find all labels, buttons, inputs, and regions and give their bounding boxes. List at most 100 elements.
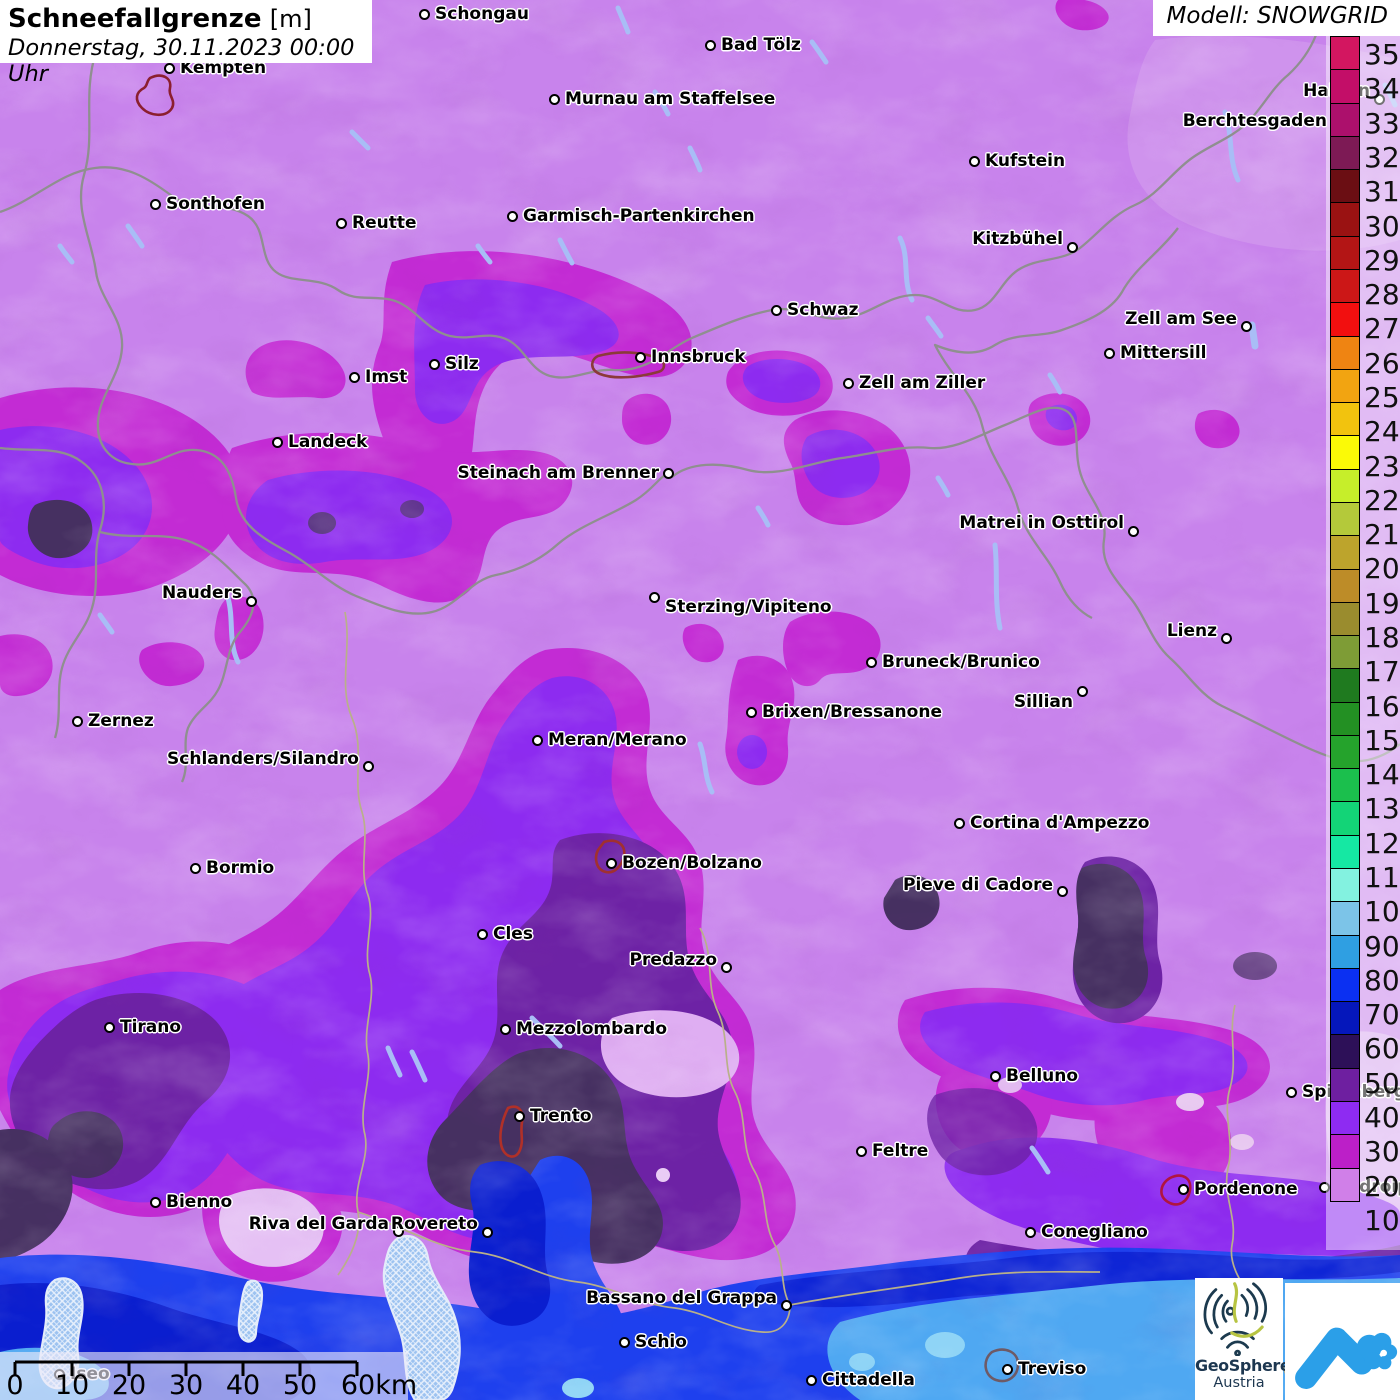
city-dot-icon (843, 378, 854, 389)
legend-color-block (1330, 701, 1360, 736)
legend-color-bar (1330, 36, 1360, 1202)
legend-color-block (1330, 868, 1360, 903)
legend-color-block (1330, 734, 1360, 770)
legend-value: 3500 (1364, 38, 1400, 72)
city-label: Kufstein (985, 151, 1066, 171)
legend-value: 1100 (1364, 861, 1400, 894)
city-label: Schlanders/Silandro (167, 749, 359, 769)
legend-color-block (1330, 402, 1360, 437)
city-label: Cortina d'Ampezzo (970, 813, 1150, 833)
legend-value: 500 (1364, 1066, 1400, 1100)
legend-color-block (1330, 834, 1360, 870)
geosphere-country: Austria (1213, 1375, 1265, 1391)
city-dot-icon (477, 929, 488, 940)
legend-value: 1800 (1364, 621, 1400, 654)
legend-color-block (1330, 268, 1360, 304)
city-dot-icon (272, 437, 283, 448)
city-dot-icon (954, 818, 965, 829)
city-dot-icon (150, 1197, 161, 1208)
city-label: Imst (365, 367, 408, 387)
city-dot-icon (1241, 321, 1252, 332)
legend-color-block (1330, 568, 1360, 603)
city-dot-icon (721, 962, 732, 973)
city-dot-icon (856, 1146, 867, 1157)
city-dot-icon (1128, 526, 1139, 537)
city-label: Sillian (1013, 692, 1073, 712)
scalebar-label: 30 (168, 1370, 204, 1400)
legend-color-block (1330, 501, 1360, 537)
legend-value: 1600 (1364, 689, 1400, 723)
city-label: Bruneck/Brunico (882, 652, 1040, 672)
legend-value: 1400 (1364, 758, 1400, 792)
city-dot-icon (349, 372, 360, 383)
geosphere-wordmark: GeoSphere (1195, 1356, 1291, 1375)
city-label: Innsbruck (651, 347, 746, 367)
city-dot-icon (514, 1111, 525, 1122)
city-label: Bassano del Grappa (586, 1288, 777, 1308)
mountain-cloud-icon (1295, 1327, 1398, 1389)
city-label: Tirano (120, 1017, 182, 1037)
city-dot-icon (246, 596, 257, 607)
city-dot-icon (781, 1300, 792, 1311)
city-label: Nauders (161, 583, 242, 603)
legend-color-block (1330, 302, 1360, 337)
city-label: Brixen/Bressanone (762, 702, 942, 722)
city-dot-icon (482, 1227, 493, 1238)
city-dot-icon (1221, 633, 1232, 644)
city-label: Zell am Ziller (859, 373, 986, 393)
city-label: Lienz (1166, 621, 1217, 641)
city-dot-icon (705, 40, 716, 51)
city-dot-icon (72, 716, 83, 727)
legend-color-block (1330, 36, 1360, 71)
legend-color-block (1330, 1134, 1360, 1169)
legend-color-block (1330, 468, 1360, 503)
legend-color-block (1330, 335, 1360, 370)
legend-color-block (1330, 967, 1360, 1003)
city-dot-icon (990, 1071, 1001, 1082)
title-unit: [m] (269, 5, 312, 33)
city-label: Berchtesgaden (1182, 111, 1327, 131)
legend-value: 200 (1364, 1169, 1400, 1203)
legend-value: 2500 (1364, 381, 1400, 414)
city-dot-icon (150, 199, 161, 210)
legend-color-block (1330, 202, 1360, 237)
city-label: Pieve di Cadore (903, 875, 1053, 895)
city-dot-icon (866, 657, 877, 668)
legend-color-block (1330, 1001, 1360, 1036)
geosphere-contour-icon (1203, 1282, 1267, 1357)
legend-value: 2000 (1364, 552, 1400, 586)
city-label: Cles (493, 924, 533, 944)
scalebar-label: 60km (340, 1370, 418, 1400)
distance-scalebar: 0 10 20 30 40 50 60km (0, 1352, 417, 1400)
city-label: Conegliano (1041, 1222, 1148, 1242)
title-box: Schneefallgrenze [m] Donnerstag, 30.11.2… (0, 0, 372, 87)
city-dot-icon (606, 858, 617, 869)
city-label: Mittersill (1120, 343, 1207, 363)
city-dot-icon (649, 592, 660, 603)
city-label: Silz (445, 354, 479, 374)
elevation-legend: 3500340033003200310030002900280027002600… (1326, 28, 1400, 1250)
legend-value: 400 (1364, 1101, 1400, 1134)
legend-color-block (1330, 1067, 1360, 1102)
city-dot-icon (190, 863, 201, 874)
city-label: Reutte (352, 213, 417, 233)
city-markers-layer: Schongau Kempten Bad Tölz Murnau am Staffel… (0, 0, 1400, 1400)
scalebar-label: 50 (282, 1370, 318, 1400)
city-dot-icon (806, 1375, 817, 1386)
legend-value: 2100 (1364, 518, 1400, 552)
city-label: Murnau am Staffelsee (565, 89, 776, 109)
city-dot-icon (1025, 1227, 1036, 1238)
city-dot-icon (1178, 1184, 1189, 1195)
city-label: Cittadella (822, 1370, 915, 1390)
scalebar-label: 40 (225, 1370, 261, 1400)
city-dot-icon (1286, 1087, 1297, 1098)
city-dot-icon (1077, 686, 1088, 697)
legend-value: 300 (1364, 1135, 1400, 1169)
legend-value: 1900 (1364, 586, 1400, 620)
legend-color-block (1330, 435, 1360, 470)
page-title: Schneefallgrenze [m] (8, 4, 364, 34)
legend-color-block (1330, 601, 1360, 637)
legend-color-block (1330, 169, 1360, 204)
city-label: Bormio (206, 858, 275, 878)
city-dot-icon (969, 156, 980, 167)
